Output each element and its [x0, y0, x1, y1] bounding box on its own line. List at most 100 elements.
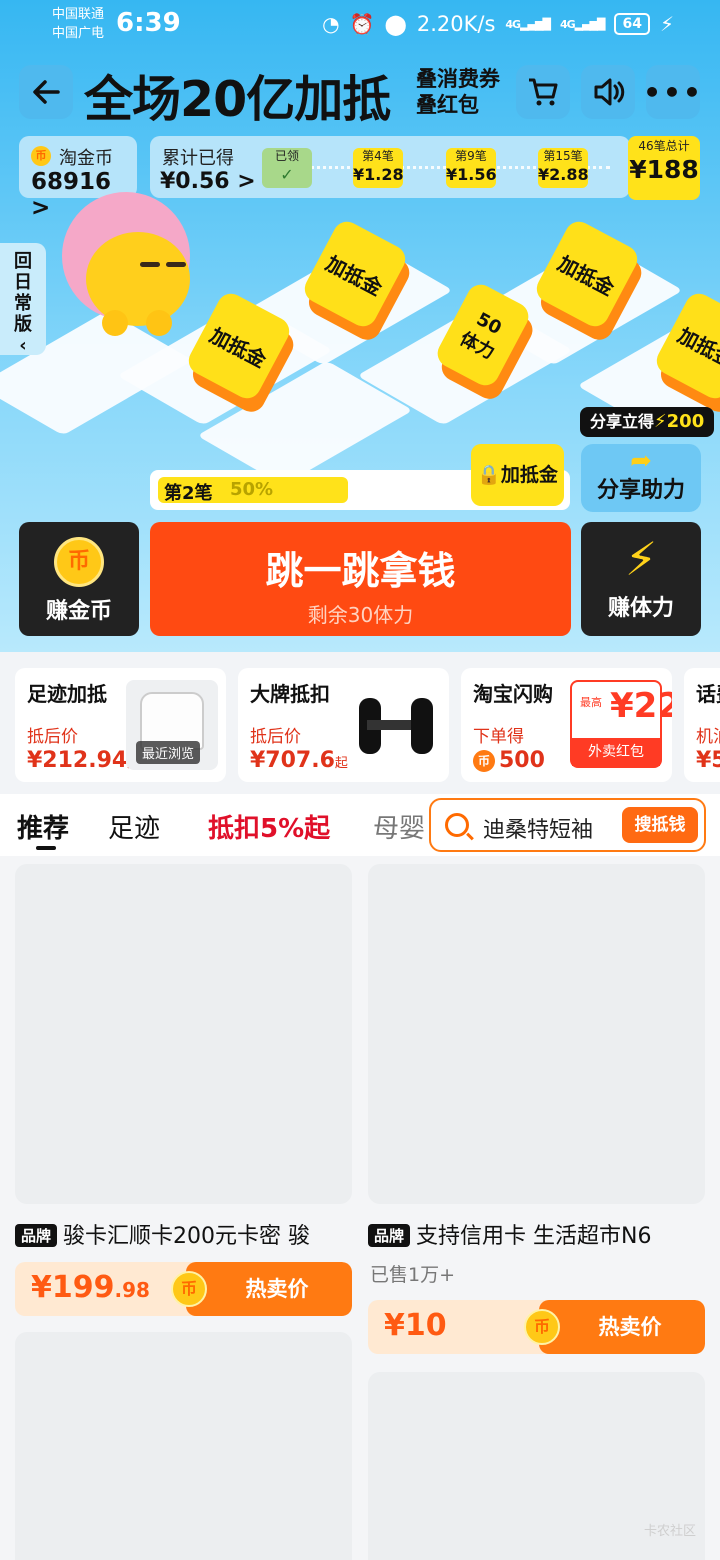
- tab-footprint[interactable]: 足迹: [108, 808, 160, 845]
- milestone-value: ¥1.28: [353, 165, 404, 184]
- shortcut-card-footprint[interactable]: 足迹加抵 抵后价 ¥212.94起 最近浏览: [15, 668, 226, 782]
- coin-balance[interactable]: 币 淘金币 68916 >: [19, 136, 137, 221]
- page-subtitle: 叠消费券 叠红包: [416, 66, 500, 118]
- shortcut-card-phone[interactable]: 话费 机油 ¥5: [684, 668, 720, 782]
- cart-icon: [529, 78, 558, 106]
- coin-icon: 币: [54, 537, 104, 587]
- speaker-icon: [594, 78, 625, 106]
- earn-coins-label: 赚金币: [45, 599, 112, 624]
- coin-icon: 币: [524, 1309, 560, 1345]
- jump-subtitle: 剩余30体力: [307, 603, 414, 627]
- product-price-bar[interactable]: ¥199.98 热卖价 币: [15, 1262, 352, 1316]
- search-button[interactable]: 搜抵钱: [622, 807, 698, 843]
- milestone-value: ¥2.88: [538, 165, 589, 184]
- mascot-foot: [146, 310, 172, 336]
- shortcut-title: 足迹加抵: [27, 682, 107, 706]
- shortcut-row: 足迹加抵 抵后价 ¥212.94起 最近浏览 大牌抵扣 抵后价 ¥707.6起 …: [0, 652, 720, 794]
- product-title[interactable]: 品牌 支持信用卡 生活超市N6: [368, 1218, 705, 1250]
- more-button[interactable]: •••: [643, 65, 703, 119]
- share-badge-text: 分享立得: [590, 412, 655, 431]
- shortcut-label: 抵后价: [27, 727, 78, 747]
- product-price: ¥199.98: [31, 1270, 150, 1305]
- red-packet-max: 最高: [580, 696, 602, 709]
- product-title-text: 骏卡汇顺卡200元卡密 骏: [63, 1224, 311, 1249]
- tab-baby[interactable]: 母婴: [373, 808, 425, 845]
- arrow-left-icon: [33, 80, 60, 104]
- brand-tag: 品牌: [15, 1224, 58, 1247]
- total-reward[interactable]: 46笔总计 ¥188: [628, 136, 700, 200]
- shortcut-price: ¥5: [696, 748, 720, 773]
- red-packet-label: 外卖红包: [572, 738, 660, 766]
- share-button[interactable]: ➦ 分享助力: [581, 444, 701, 512]
- side-tab-label: 回日常版: [14, 251, 32, 335]
- coin-icon: 币: [171, 1271, 207, 1307]
- cumulative-progress[interactable]: 累计已得 ¥0.56 > 已领 ✓ 第4笔 ¥1.28 第9笔 ¥1.56 第1…: [150, 136, 630, 198]
- product-sold-count: 已售1万+: [370, 1264, 456, 1286]
- product-thumbnail: [349, 680, 441, 770]
- tab-discount[interactable]: 抵扣5%起: [208, 808, 330, 845]
- game-block-label: 加抵金: [322, 250, 387, 301]
- red-packet-amount: ¥22: [610, 686, 672, 726]
- dumbbell-weight: [411, 698, 433, 754]
- shortcut-card-flash[interactable]: 淘宝闪购 下单得 币 500 最高 ¥22 外卖红包: [461, 668, 672, 782]
- earn-coins-button[interactable]: 币 赚金币: [19, 522, 139, 636]
- back-to-normal-tab[interactable]: 回日常版 ‹: [0, 243, 46, 356]
- cumulative-value: ¥0.56 >: [160, 169, 256, 194]
- product-price-bar[interactable]: ¥10 热卖价 币: [368, 1300, 705, 1354]
- product-title[interactable]: 品牌 骏卡汇顺卡200元卡密 骏: [15, 1218, 352, 1250]
- battery-icon: 64: [614, 13, 650, 35]
- shortcut-title: 大牌抵扣: [250, 682, 330, 706]
- tab-recommend[interactable]: 推荐: [17, 808, 69, 845]
- carrier-info: 中国联通 中国广电: [52, 5, 104, 43]
- more-dots-icon: •••: [643, 75, 703, 109]
- mascot-eye: [166, 262, 186, 267]
- milestone-step: 已领 ✓: [262, 148, 312, 188]
- recent-tag: 最近浏览: [136, 741, 201, 764]
- price-value: 500: [499, 748, 545, 773]
- cart-button[interactable]: [516, 65, 570, 119]
- carrier-1: 中国联通: [52, 7, 105, 22]
- product-price: ¥10: [384, 1308, 447, 1343]
- watermark: 卡农社区: [643, 1524, 696, 1539]
- share-arrow-icon: ➦: [630, 446, 652, 476]
- price-main: ¥10: [384, 1308, 447, 1343]
- back-button[interactable]: [19, 65, 73, 119]
- product-image[interactable]: [15, 1332, 352, 1560]
- product-thumbnail: 最近浏览: [126, 680, 218, 770]
- charging-icon: ⚡: [659, 12, 674, 36]
- product-image[interactable]: [15, 864, 352, 1204]
- game-block-label: 加抵金: [206, 322, 271, 373]
- mascot-face: [86, 232, 190, 326]
- sound-button[interactable]: [581, 65, 635, 119]
- coin-icon: 币: [31, 146, 51, 166]
- milestone-step: 第15笔 ¥2.88: [538, 148, 589, 188]
- milestone-title: 已领: [274, 149, 299, 163]
- earn-power-label: 赚体力: [607, 596, 674, 621]
- jump-play-button[interactable]: 跳一跳拿钱 剩余30体力: [150, 522, 571, 636]
- search-bar[interactable]: 迪桑特短袖 搜抵钱: [429, 798, 706, 852]
- mascot-foot: [102, 310, 128, 336]
- stage-percent: 50%: [230, 479, 274, 500]
- earn-power-button[interactable]: ⚡ 赚体力: [581, 522, 701, 636]
- subtitle-line-2: 叠红包: [416, 93, 479, 117]
- product-feed: 品牌 骏卡汇顺卡200元卡密 骏 ¥199.98 热卖价 币 品牌 支持信用卡 生活…: [0, 856, 720, 1560]
- hot-price-tag: 热卖价: [186, 1262, 352, 1316]
- clock: 6:39: [116, 8, 181, 38]
- milestone-value: ¥1.56: [446, 165, 497, 184]
- product-image[interactable]: [368, 864, 705, 1204]
- total-title: 46笔总计: [638, 139, 690, 153]
- net-speed: 2.20K/s: [416, 12, 496, 36]
- locked-deduction-chip[interactable]: 🔒加抵金: [471, 444, 564, 506]
- hero-section: 中国联通 中国广电 6:39 ◔ ⏰ ⬤ 2.20K/s 4G▂▄▆█ 4G▂▄…: [0, 0, 720, 652]
- search-input[interactable]: 迪桑特短袖: [483, 812, 593, 844]
- milestone-title: 第15笔: [543, 149, 583, 163]
- price-value: ¥707.6: [250, 748, 335, 773]
- shortcut-card-brand[interactable]: 大牌抵扣 抵后价 ¥707.6起: [238, 668, 449, 782]
- shortcut-label: 下单得: [473, 727, 524, 747]
- product-title-text: 支持信用卡 生活超市N6: [416, 1224, 652, 1249]
- signal-2: 4G▂▄▆█: [560, 18, 606, 31]
- milestone-title: 第4笔: [362, 149, 394, 163]
- carrier-2: 中国广电: [52, 26, 105, 41]
- subtitle-line-1: 叠消费券: [416, 67, 500, 91]
- cumulative-label: 累计已得: [162, 148, 234, 169]
